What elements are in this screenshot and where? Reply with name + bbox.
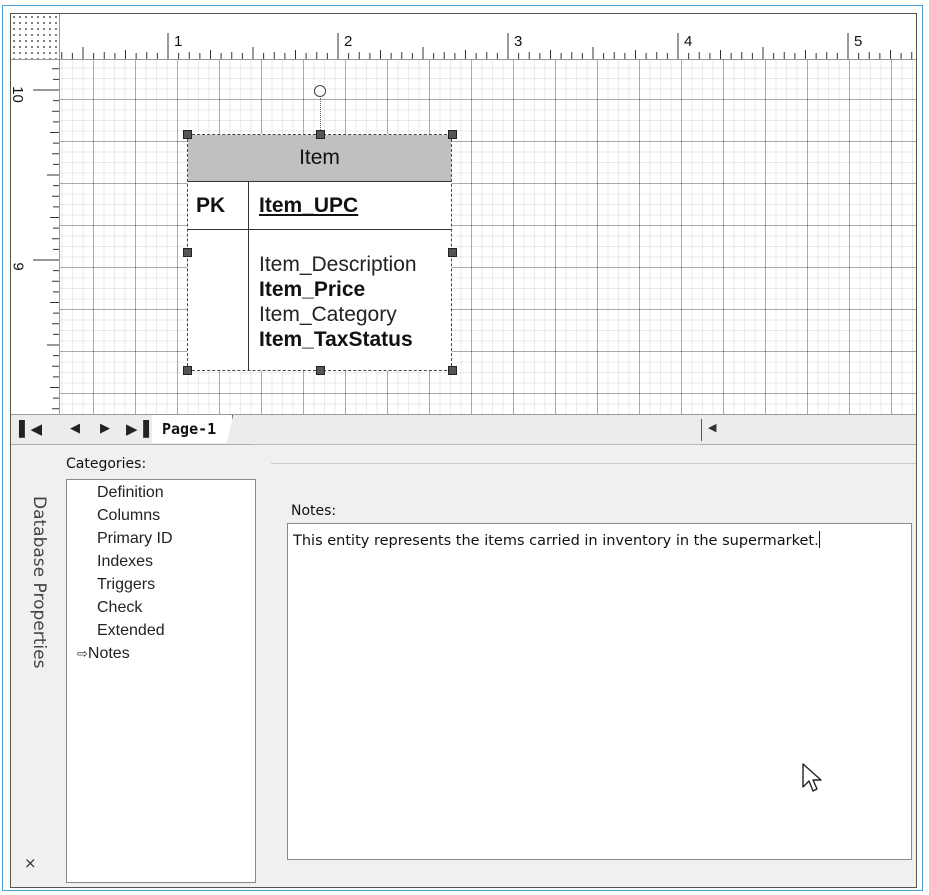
entity-shape[interactable]: Item PK Item_UPC Item_Description Item_P… (187, 134, 452, 371)
primary-key-row[interactable]: PK Item_UPC (188, 182, 451, 230)
scroll-splitter[interactable] (701, 419, 702, 441)
arrow-right-icon: ⇨ (77, 646, 88, 661)
attribute-item[interactable]: Item_TaxStatus (259, 327, 417, 352)
tab-strip-baseline (250, 415, 701, 445)
vertical-ruler-ticks (33, 68, 59, 410)
ruler-label-2: 2 (344, 33, 353, 50)
entity-title[interactable]: Item (188, 135, 451, 182)
drawing-canvas[interactable]: Item PK Item_UPC Item_Description Item_P… (60, 60, 916, 414)
selection-handle[interactable] (316, 130, 325, 139)
pk-field[interactable]: Item_UPC (259, 182, 358, 230)
mouse-pointer-icon (802, 763, 822, 792)
category-notes[interactable]: ⇨Notes (77, 645, 130, 663)
ruler-label-3: 3 (514, 33, 523, 50)
selection-handle[interactable] (183, 130, 192, 139)
text-caret (818, 531, 820, 548)
category-notes-label: Notes (87, 645, 130, 662)
category-primary-id[interactable]: Primary ID (97, 530, 173, 548)
panel-title: Database Properties (29, 496, 49, 669)
ruler-label-4: 4 (684, 33, 693, 50)
attribute-list[interactable]: Item_Description Item_Price Item_Categor… (259, 252, 417, 352)
category-extended[interactable]: Extended (97, 622, 165, 640)
column-divider (248, 182, 249, 370)
ruler-corner[interactable] (11, 14, 60, 60)
divider (271, 463, 916, 464)
selection-handle[interactable] (183, 366, 192, 375)
category-check[interactable]: Check (97, 599, 142, 617)
attribute-item[interactable]: Item_Category (259, 302, 417, 327)
ruler-label-10: 10 (11, 86, 26, 103)
notes-text: This entity represents the items carried… (293, 533, 819, 549)
selection-handle[interactable] (448, 130, 457, 139)
category-columns[interactable]: Columns (97, 507, 160, 525)
window-frame: 1 2 3 4 5 10 9 Item PK Item_UPC Item_Des… (2, 5, 923, 891)
drawing-area: 1 2 3 4 5 10 9 Item PK Item_UPC Item_Des… (11, 14, 916, 414)
attribute-item[interactable]: Item_Description (259, 252, 417, 277)
page-tab-strip: ▌◀ ◀ ▶ ▶▐ Page-1 ◀ (11, 414, 916, 445)
selection-handle[interactable] (316, 366, 325, 375)
selection-handle[interactable] (448, 366, 457, 375)
scroll-left-icon[interactable]: ◀ (708, 421, 716, 434)
notes-textarea[interactable]: This entity represents the items carried… (287, 523, 912, 860)
tab-page-1[interactable]: Page-1 (152, 415, 234, 443)
rotation-handle[interactable] (314, 85, 326, 97)
category-triggers[interactable]: Triggers (97, 576, 155, 594)
previous-page-icon[interactable]: ◀ (70, 420, 80, 438)
selection-handle[interactable] (183, 248, 192, 257)
panel-title-bar[interactable]: Database Properties × (11, 445, 63, 887)
application-area: 1 2 3 4 5 10 9 Item PK Item_UPC Item_Des… (10, 13, 917, 888)
vertical-ruler[interactable]: 10 9 (11, 60, 60, 414)
database-properties-panel: Database Properties × Categories: Defini… (11, 445, 916, 887)
horizontal-ruler-ticks (61, 33, 913, 59)
categories-label: Categories: (66, 456, 147, 472)
category-indexes[interactable]: Indexes (97, 553, 153, 571)
attribute-item[interactable]: Item_Price (259, 277, 417, 302)
categories-list[interactable]: Definition Columns Primary ID Indexes Tr… (66, 479, 256, 883)
ruler-label-1: 1 (174, 33, 183, 50)
selection-handle[interactable] (448, 248, 457, 257)
ruler-label-5: 5 (854, 33, 863, 50)
rotation-connector (320, 98, 321, 132)
first-page-icon[interactable]: ▌◀ (19, 420, 42, 438)
last-page-icon[interactable]: ▶▐ (126, 420, 149, 438)
next-page-icon[interactable]: ▶ (100, 420, 110, 438)
category-definition[interactable]: Definition (97, 484, 164, 502)
close-icon[interactable]: × (24, 854, 37, 872)
horizontal-ruler[interactable]: 1 2 3 4 5 (60, 14, 916, 60)
pk-label: PK (196, 194, 226, 217)
notes-label: Notes: (291, 503, 337, 519)
ruler-label-9: 9 (11, 262, 27, 271)
